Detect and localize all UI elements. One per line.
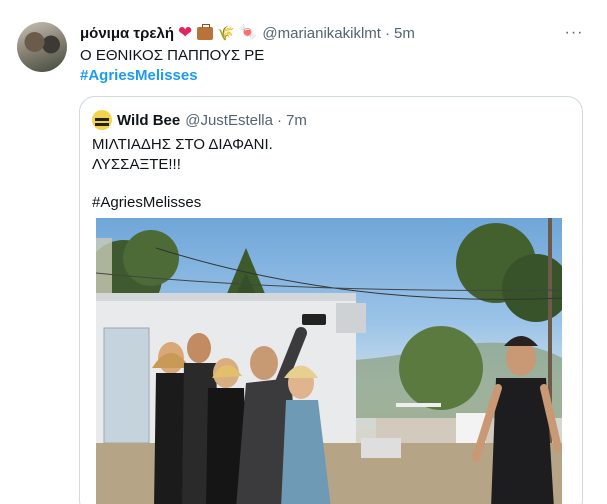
tweet[interactable]: μόνιμα τρελή ❤ 🌾 🍬 @marianikakiklmt · 5m… (0, 0, 607, 504)
quoted-display-name[interactable]: Wild Bee (117, 112, 180, 129)
tweet-header: μόνιμα τρελή ❤ 🌾 🍬 @marianikakiklmt · 5m (80, 22, 415, 44)
tweet-text: Ο ΕΘΝΙΚΟΣ ΠΑΠΠΟΥΣ ΡΕ (80, 47, 265, 64)
candy-emoji-icon: 🍬 (238, 24, 258, 41)
heart-emoji-icon: ❤ (178, 23, 193, 42)
quoted-tweet[interactable]: Wild Bee @JustEstella · 7m ΜΙΛΤΙΑΔΗΣ ΣΤΟ… (79, 96, 583, 504)
wheat-emoji-icon: 🌾 (217, 25, 235, 41)
quoted-user-handle[interactable]: @JustEstella (185, 112, 273, 129)
outdoor-selfie-illustration (96, 218, 562, 504)
quoted-tweet-header: Wild Bee @JustEstella · 7m (92, 109, 307, 131)
hashtag-link[interactable]: #AgriesMelisses (80, 66, 198, 86)
quoted-media-image[interactable] (96, 218, 562, 504)
briefcase-emoji-icon (197, 23, 214, 40)
user-handle[interactable]: @marianikakiklmt (262, 25, 381, 42)
quoted-avatar[interactable] (92, 110, 112, 130)
separator-dot: · (384, 24, 390, 42)
quoted-timestamp[interactable]: 7m (286, 112, 307, 129)
timestamp[interactable]: 5m (394, 25, 415, 42)
display-name[interactable]: μόνιμα τρελή (80, 25, 174, 42)
quoted-text-line-1: ΜΙΛΤΙΑΔΗΣ ΣΤΟ ΔΙΑΦΑΝΙ. (92, 136, 273, 153)
more-options-icon[interactable]: ··· (563, 22, 585, 44)
avatar[interactable] (17, 22, 67, 72)
quoted-hashtag[interactable]: #AgriesMelisses (92, 193, 201, 213)
quoted-text-line-2: ΛΥΣΣΑΞΤΕ!!! (92, 156, 181, 173)
quoted-separator-dot: · (276, 111, 282, 129)
